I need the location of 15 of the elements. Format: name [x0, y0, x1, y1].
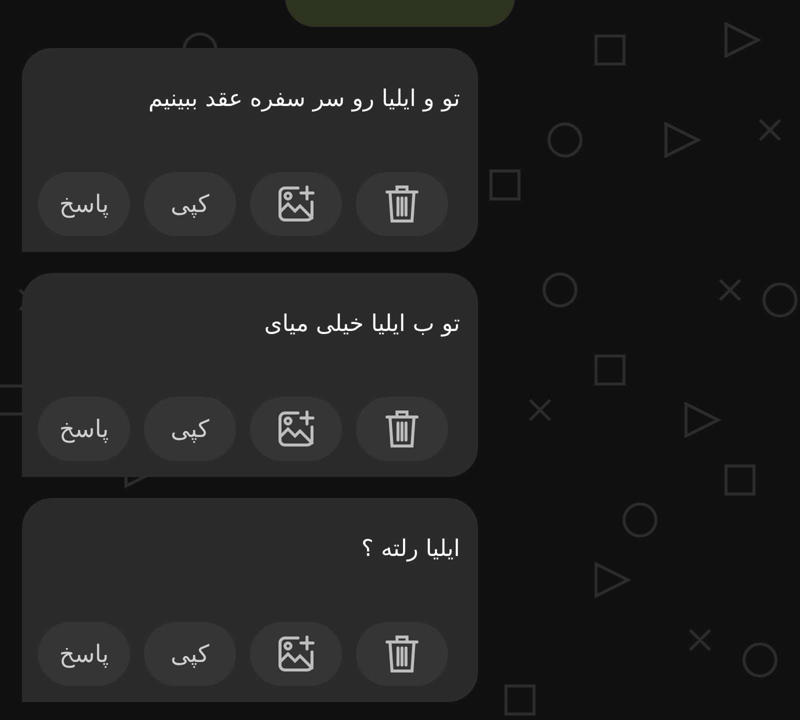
action-button[interactable]: پاسخ: [38, 622, 130, 686]
action-button[interactable]: کپی: [144, 397, 236, 461]
action-button[interactable]: پاسخ: [38, 397, 130, 461]
message-text: ایلیا رلته ؟: [360, 535, 460, 564]
action-button[interactable]: کپی: [144, 172, 236, 236]
add-image-icon: [276, 634, 316, 674]
message-text: تو ب ایلیا خیلی میای: [263, 310, 460, 339]
trash-icon: [385, 409, 419, 449]
message-text: تو و ایلیا رو سر سفره عقد ببینیم: [147, 85, 460, 114]
action-button[interactable]: کپی: [144, 622, 236, 686]
add-image-icon: [276, 409, 316, 449]
trash-icon: [385, 634, 419, 674]
add-image-icon: [276, 184, 316, 224]
trash-icon: [385, 184, 419, 224]
action-button[interactable]: پاسخ: [38, 172, 130, 236]
